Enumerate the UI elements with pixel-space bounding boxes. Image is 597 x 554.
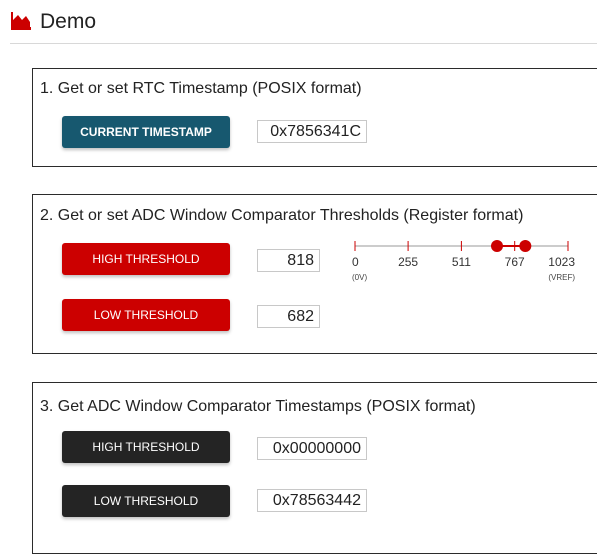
slider-max-sublabel: (VREF)	[548, 273, 575, 282]
high-timestamp-field[interactable]: 0x00000000	[257, 437, 367, 460]
slider-tick-label: 1023	[548, 255, 575, 269]
high-timestamp-button[interactable]: HIGH THRESHOLD	[62, 431, 230, 463]
page-title: Demo	[40, 10, 97, 33]
app-header: Demo	[0, 0, 597, 44]
low-timestamp-field[interactable]: 0x78563442	[257, 489, 367, 512]
section-title: 2. Get or set ADC Window Comparator Thre…	[40, 207, 524, 224]
current-timestamp-button[interactable]: CURRENT TIMESTAMP	[62, 116, 230, 148]
chart-area-icon	[11, 12, 31, 30]
threshold-range-slider[interactable]: 0 255 511 767 1023 (0V) (VREF)	[349, 234, 579, 306]
adc-timestamps-card: 3. Get ADC Window Comparator Timestamps …	[32, 382, 597, 554]
slider-high-handle[interactable]	[519, 240, 532, 252]
current-timestamp-field[interactable]: 0x7856341C	[257, 120, 367, 143]
slider-min-sublabel: (0V)	[352, 273, 367, 282]
slider-tick-label: 511	[452, 255, 471, 269]
slider-tick-label: 255	[398, 255, 418, 269]
slider-tick-label: 767	[505, 255, 525, 269]
low-threshold-button[interactable]: LOW THRESHOLD	[62, 299, 230, 331]
slider-low-handle[interactable]	[491, 240, 503, 252]
high-threshold-field[interactable]: 818	[257, 249, 320, 272]
adc-threshold-card: 2. Get or set ADC Window Comparator Thre…	[32, 194, 597, 354]
header-divider	[10, 43, 597, 44]
slider-tick-label: 0	[352, 255, 359, 269]
section-title: 1. Get or set RTC Timestamp (POSIX forma…	[40, 80, 362, 97]
section-title: 3. Get ADC Window Comparator Timestamps …	[40, 398, 476, 415]
low-threshold-field[interactable]: 682	[257, 305, 320, 328]
low-timestamp-button[interactable]: LOW THRESHOLD	[62, 485, 230, 517]
high-threshold-button[interactable]: HIGH THRESHOLD	[62, 243, 230, 275]
rtc-timestamp-card: 1. Get or set RTC Timestamp (POSIX forma…	[32, 68, 597, 167]
